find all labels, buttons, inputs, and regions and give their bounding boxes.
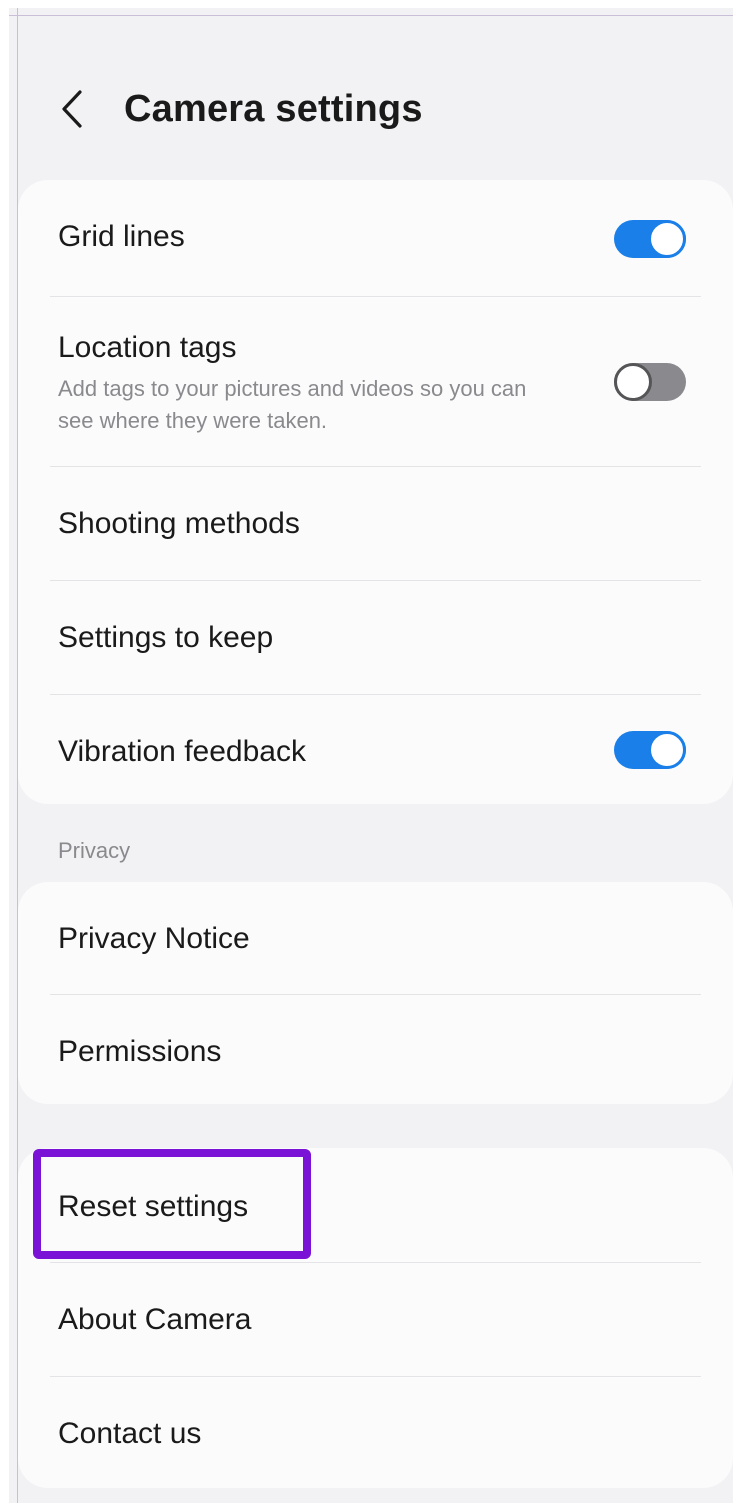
vibration-feedback-row[interactable]: Vibration feedback	[18, 695, 733, 804]
privacy-section-label: Privacy	[58, 838, 131, 863]
general-settings-card: Grid lines Location tags Add tags to you…	[18, 180, 733, 804]
settings-to-keep-label: Settings to keep	[58, 621, 274, 654]
vibration-feedback-toggle[interactable]	[614, 731, 686, 769]
page-title: Camera settings	[124, 88, 423, 130]
reset-settings-label: Reset settings	[58, 1190, 249, 1223]
settings-to-keep-row[interactable]: Settings to keep	[18, 581, 733, 694]
chevron-left-icon[interactable]	[56, 86, 90, 132]
about-camera-row[interactable]: About Camera	[18, 1263, 733, 1376]
permissions-row[interactable]: Permissions	[18, 995, 733, 1104]
about-camera-label: About Camera	[58, 1303, 252, 1336]
other-settings-card: Reset settings About Camera Contact us	[18, 1148, 733, 1488]
location-tags-row[interactable]: Location tags Add tags to your pictures …	[18, 297, 733, 465]
frame-border-top	[9, 15, 733, 16]
location-tags-label: Location tags	[58, 331, 237, 364]
reset-settings-row[interactable]: Reset settings	[18, 1148, 733, 1262]
grid-lines-row[interactable]: Grid lines	[18, 180, 733, 296]
contact-us-row[interactable]: Contact us	[18, 1377, 733, 1488]
toggle-knob	[648, 220, 686, 258]
toggle-knob	[614, 363, 652, 401]
permissions-label: Permissions	[58, 1035, 222, 1068]
location-tags-toggle[interactable]	[614, 363, 686, 401]
grid-lines-label: Grid lines	[58, 220, 185, 253]
privacy-notice-row[interactable]: Privacy Notice	[18, 882, 733, 994]
shooting-methods-row[interactable]: Shooting methods	[18, 467, 733, 580]
grid-lines-toggle[interactable]	[614, 220, 686, 258]
privacy-notice-label: Privacy Notice	[58, 922, 250, 955]
location-tags-description: Add tags to your pictures and videos so …	[58, 376, 527, 433]
contact-us-label: Contact us	[58, 1417, 202, 1450]
toggle-knob	[648, 731, 686, 769]
shooting-methods-label: Shooting methods	[58, 507, 300, 540]
vibration-feedback-label: Vibration feedback	[58, 735, 306, 768]
privacy-card: Privacy Notice Permissions	[18, 882, 733, 1104]
app-header: Camera settings	[0, 60, 733, 160]
